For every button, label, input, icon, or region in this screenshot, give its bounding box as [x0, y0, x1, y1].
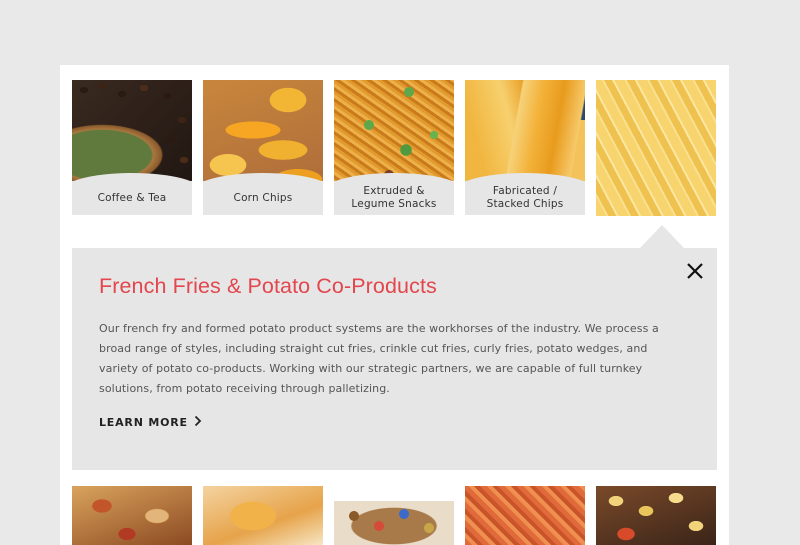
- category-tile-french-fries-selected[interactable]: [596, 80, 716, 216]
- learn-more-label: LEARN MORE: [99, 416, 188, 429]
- detail-description: Our french fry and formed potato product…: [99, 322, 659, 395]
- category-tile-crackers[interactable]: [596, 486, 716, 545]
- category-detail: French Fries & Potato Co-Products Our fr…: [72, 248, 717, 470]
- detail-title: French Fries & Potato Co-Products: [99, 274, 437, 298]
- tile-caption: Extruded & Legume Snacks: [334, 173, 454, 215]
- chevron-right-icon: [194, 415, 202, 430]
- tile-caption: Coffee & Tea: [72, 173, 192, 215]
- tile-caption: Corn Chips: [203, 173, 323, 215]
- tile-caption: Fabricated / Stacked Chips: [465, 173, 585, 215]
- category-panel: Coffee & Tea Corn Chips Extruded & Legum…: [60, 65, 729, 545]
- category-tile-coffee-tea[interactable]: Coffee & Tea: [72, 80, 192, 215]
- category-tile-extruded-legume[interactable]: Extruded & Legume Snacks: [334, 80, 454, 215]
- category-tile-dried-fruit[interactable]: [72, 486, 192, 545]
- category-tile-pasta[interactable]: [465, 486, 585, 545]
- category-tile-fried-snacks[interactable]: [203, 486, 323, 545]
- detail-pointer: [640, 225, 684, 248]
- category-tile-fabricated-chips[interactable]: Fabricated / Stacked Chips: [465, 80, 585, 215]
- category-tile-nut-mix[interactable]: [334, 486, 454, 545]
- category-tile-corn-chips[interactable]: Corn Chips: [203, 80, 323, 215]
- french-fries-image: [596, 80, 716, 216]
- close-icon[interactable]: [685, 261, 705, 281]
- learn-more-link[interactable]: LEARN MORE: [99, 415, 202, 430]
